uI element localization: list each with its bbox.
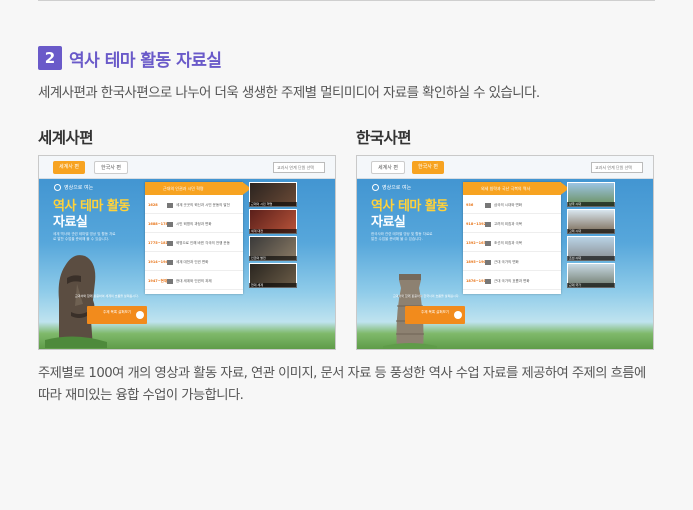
topic-icon <box>485 259 491 265</box>
logo-circle-icon <box>372 184 379 191</box>
topic-panel-heading: 근대의 인권과 시민 혁명 <box>145 182 251 195</box>
topic-icon <box>167 259 173 265</box>
topic-panel: 근대의 인권과 시민 혁명 1628 세계 곳곳의 혁신과 시민 운동의 발전 1… <box>145 182 251 294</box>
topic-icon <box>167 278 173 284</box>
preview-title-line2: 자료실 <box>371 215 406 230</box>
preview-title-line2: 자료실 <box>53 215 88 230</box>
moai-statue-image <box>45 255 107 348</box>
thumbnail-column: 근대의 시민 혁명 세계 대전 인권의 발전 현대 세계 <box>249 182 299 290</box>
topic-row: 1688~1789 시민 혁명의 과정과 변화 <box>145 215 243 233</box>
preview-topbar: 세계사 편 한국사 편 교과서 연계 단원 선택 <box>39 156 335 179</box>
preview-note: 교과서와 함께 활용하여 세계의 흐름을 살펴봅시다. <box>75 294 139 298</box>
topic-row: 1947~현재 현대 세계와 인권의 과제 <box>145 272 243 290</box>
world-history-label: 세계사편 <box>38 129 94 147</box>
topic-row: 1628 세계 곳곳의 혁신과 시민 운동의 발전 <box>145 196 243 214</box>
preview-topbar: 세계사 편 한국사 편 교과서 연계 단원 선택 <box>357 156 653 179</box>
topic-panel: 외세 침략과 국난 극복의 역사 936 삼국의 시대와 변화 918~1392 고… <box>463 182 569 294</box>
topic-list-button: 주제 목록 살펴보기 <box>405 306 465 324</box>
topic-row: 1876~1910 근대 국가의 흐름과 변화 <box>463 272 561 290</box>
logo-circle-icon <box>54 184 61 191</box>
preview-logo: 영상으로 여는 <box>372 184 411 191</box>
thumbnail-caption: 고려 시대 <box>567 229 615 234</box>
preview-description: 세계 역사와 관련 테마별 영상 및 활동 자료로 알찬 수업을 준비해 볼 수… <box>53 232 116 241</box>
tab-korean-history: 한국사 편 <box>412 161 444 174</box>
top-divider <box>38 0 655 1</box>
topic-icon <box>485 221 491 227</box>
thumbnail-caption: 조선 시대 <box>567 256 615 261</box>
topic-row: 1775~1812 혁명으로 인해 바뀐 각국의 전쟁 운동 <box>145 234 243 252</box>
topic-icon <box>485 202 491 208</box>
topic-row: 918~1392 고려의 외침과 극복 <box>463 215 561 233</box>
topic-icon <box>167 202 173 208</box>
unit-select: 교과서 연계 단원 선택 <box>273 162 325 173</box>
topic-panel-heading: 외세 침략과 국난 극복의 역사 <box>463 182 569 195</box>
thumbnail-caption: 근대 국가 <box>567 283 615 288</box>
section-header: 2 역사 테마 활동 자료실 <box>38 46 222 71</box>
preview-note: 교과서와 함께 활용하여 한국사의 흐름을 살펴봅시다. <box>393 294 460 298</box>
thumbnail-caption: 삼국 시대 <box>567 202 615 207</box>
thumbnail-caption: 세계 대전 <box>249 229 297 234</box>
topic-row: 1914~1945 세계 대전과 인권 변화 <box>145 253 243 271</box>
section-title: 역사 테마 활동 자료실 <box>69 50 222 71</box>
arrow-icon <box>454 311 462 319</box>
preview-description: 한국사와 관련 테마별 영상 및 활동 자료로 알찬 수업을 준비해 볼 수 있… <box>371 232 433 241</box>
section-description: 주제별로 100여 개의 영상과 활동 자료, 연관 이미지, 문서 자료 등 … <box>38 366 646 403</box>
thumbnail-caption: 인권의 발전 <box>249 256 297 261</box>
world-history-preview: 세계사 편 한국사 편 교과서 연계 단원 선택 영상으로 여는 역사 테마 활… <box>38 155 336 350</box>
topic-icon <box>485 278 491 284</box>
topic-row: 1895~1905 근대 국가의 변화 <box>463 253 561 271</box>
section-intro: 세계사편과 한국사편으로 나누어 더욱 생생한 주제별 멀티미디어 자료를 확인… <box>38 85 540 101</box>
thumbnail-caption: 현대 세계 <box>249 283 297 288</box>
tab-world-history: 세계사 편 <box>53 161 85 174</box>
tab-korean-history: 한국사 편 <box>94 161 128 174</box>
korean-history-label: 한국사편 <box>356 129 412 147</box>
section-number-badge: 2 <box>38 46 62 70</box>
topic-list-button: 주제 목록 살펴보기 <box>87 306 147 324</box>
arrow-icon <box>136 311 144 319</box>
topic-row: 936 삼국의 시대와 변화 <box>463 196 561 214</box>
preview-logo: 영상으로 여는 <box>54 184 93 191</box>
topic-icon <box>167 221 173 227</box>
topic-row: 1392~1636 조선의 외침과 극복 <box>463 234 561 252</box>
thumbnail-caption: 근대의 시민 혁명 <box>249 202 297 207</box>
topic-icon <box>167 240 173 246</box>
topic-icon <box>485 240 491 246</box>
thumbnail-column: 삼국 시대 고려 시대 조선 시대 근대 국가 <box>567 182 617 290</box>
korean-history-preview: 세계사 편 한국사 편 교과서 연계 단원 선택 영상으로 여는 역사 테마 활… <box>356 155 654 350</box>
unit-select: 교과서 연계 단원 선택 <box>591 162 643 173</box>
tab-world-history: 세계사 편 <box>371 161 405 174</box>
